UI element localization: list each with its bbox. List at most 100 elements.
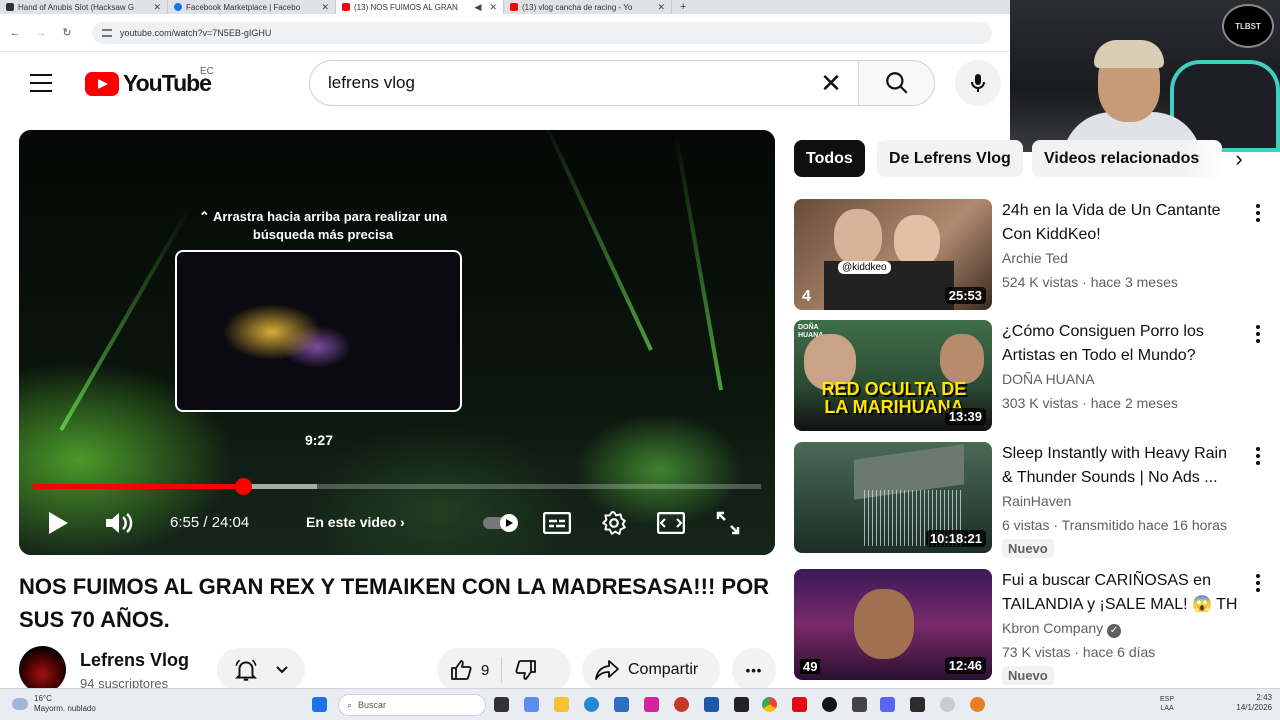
windows-taskbar: 16°C Mayorm. nublado ⌕ Buscar ESP LAA 2:43… bbox=[0, 688, 1280, 720]
netflix-icon[interactable] bbox=[792, 697, 807, 712]
logo-wordmark: YouTube bbox=[123, 70, 212, 96]
app-icon[interactable] bbox=[734, 697, 749, 712]
recommendation-channel[interactable]: Archie Ted bbox=[1002, 250, 1068, 266]
weather-widget[interactable]: 16°C Mayorm. nublado bbox=[12, 694, 96, 714]
recommendation-title[interactable]: Fui a buscar CARIÑOSAS en TAILANDIA y ¡S… bbox=[1002, 569, 1242, 617]
video-thumbnail[interactable]: @kiddkeo 4 25:53 bbox=[794, 199, 992, 310]
recommendation-channel[interactable]: DOÑA HUANA bbox=[1002, 371, 1095, 387]
copilot-icon[interactable] bbox=[524, 697, 539, 712]
recommendation-title[interactable]: Sleep Instantly with Heavy Rain & Thunde… bbox=[1002, 442, 1242, 490]
chevron-right-icon[interactable]: › bbox=[1225, 145, 1253, 173]
subtitles-button[interactable] bbox=[541, 508, 573, 538]
address-field[interactable]: youtube.com/watch?v=7N5EB-gIGHU bbox=[92, 21, 992, 44]
thumbnail-number: 4 bbox=[802, 288, 811, 305]
close-tab-icon[interactable]: ✕ bbox=[489, 2, 497, 13]
settings-button[interactable] bbox=[599, 508, 629, 538]
video-thumbnail[interactable]: DOÑA HUANA RED OCULTA DE LA MARIHUANA 13… bbox=[794, 320, 992, 431]
like-button[interactable]: 9 bbox=[437, 657, 503, 683]
search-input[interactable]: lefrens vlog bbox=[310, 73, 804, 93]
dislike-button[interactable] bbox=[502, 658, 550, 682]
browser-tab[interactable]: Hand of Anubis Slot (Hacksaw G ✕ bbox=[0, 0, 168, 14]
close-tab-icon[interactable]: ✕ bbox=[153, 2, 161, 13]
subscription-notifications-button[interactable] bbox=[217, 648, 305, 692]
security-icon[interactable] bbox=[704, 697, 719, 712]
app-icon[interactable] bbox=[674, 697, 689, 712]
more-actions-button[interactable]: ••• bbox=[732, 648, 776, 692]
back-icon[interactable]: ← bbox=[8, 27, 22, 39]
share-icon bbox=[595, 660, 619, 680]
store-icon[interactable] bbox=[614, 697, 629, 712]
youtube-logo[interactable]: YouTube EC bbox=[85, 66, 214, 97]
close-tab-icon[interactable]: ✕ bbox=[657, 2, 665, 13]
app-icon[interactable] bbox=[822, 697, 837, 712]
like-count: 9 bbox=[481, 661, 490, 679]
chip-all[interactable]: Todos bbox=[794, 140, 865, 177]
browser-tab[interactable]: (13) vlog cancha de racing - Yo ✕ bbox=[504, 0, 672, 14]
recommendation-channel[interactable]: RainHaven bbox=[1002, 493, 1071, 509]
clock[interactable]: 2:43 14/1/2026 bbox=[1236, 693, 1272, 713]
theater-mode-button[interactable] bbox=[655, 508, 687, 538]
speaker-icon[interactable]: ◀ bbox=[475, 2, 482, 13]
site-settings-icon[interactable] bbox=[102, 28, 112, 37]
volume-button[interactable] bbox=[103, 508, 135, 538]
site-favicon-icon bbox=[6, 3, 14, 11]
recommendation-item[interactable]: DOÑA HUANA RED OCULTA DE LA MARIHUANA 13… bbox=[794, 320, 1264, 432]
chip-from-channel[interactable]: De Lefrens Vlog bbox=[877, 140, 1023, 177]
recommendation-title[interactable]: ¿Cómo Consiguen Porro los Artistas en To… bbox=[1002, 320, 1242, 368]
microphone-icon bbox=[971, 74, 985, 92]
task-view-icon[interactable] bbox=[494, 697, 509, 712]
tab-title: (13) vlog cancha de racing - Yo bbox=[522, 2, 633, 12]
volume-icon bbox=[106, 513, 133, 533]
app-icon[interactable] bbox=[852, 697, 867, 712]
voice-search-button[interactable] bbox=[955, 60, 1001, 106]
recommendation-channel[interactable]: Kbron Company ✓ bbox=[1002, 620, 1122, 638]
video-player[interactable]: ⌃ Arrastra hacia arriba para realizar un… bbox=[19, 130, 775, 555]
reload-icon[interactable]: ↻ bbox=[60, 26, 74, 39]
menu-icon[interactable] bbox=[30, 74, 52, 92]
taskbar-search[interactable]: ⌕ Buscar bbox=[338, 694, 486, 716]
recommendation-title[interactable]: 24h en la Vida de Un Cantante Con KiddKe… bbox=[1002, 199, 1242, 247]
start-icon[interactable] bbox=[312, 697, 327, 712]
weather-text: Mayorm. nublado bbox=[34, 704, 96, 713]
autoplay-toggle[interactable] bbox=[481, 508, 521, 538]
clear-search-icon[interactable]: ✕ bbox=[804, 68, 858, 99]
more-vertical-icon[interactable] bbox=[1252, 322, 1264, 346]
app-icon[interactable] bbox=[970, 697, 985, 712]
more-vertical-icon[interactable] bbox=[1252, 201, 1264, 225]
fullscreen-icon bbox=[716, 511, 740, 535]
channel-avatar[interactable] bbox=[19, 646, 66, 693]
search-button[interactable] bbox=[858, 61, 934, 105]
app-icon[interactable] bbox=[910, 697, 925, 712]
streamer-cap bbox=[1094, 40, 1164, 68]
chapters-button[interactable]: En este video › bbox=[306, 514, 405, 530]
verified-icon: ✓ bbox=[1107, 624, 1122, 638]
share-button[interactable]: Compartir bbox=[582, 648, 720, 692]
discord-icon[interactable] bbox=[880, 697, 895, 712]
video-thumbnail[interactable]: 10:18:21 bbox=[794, 442, 992, 553]
progress-bar[interactable] bbox=[33, 478, 761, 495]
more-vertical-icon[interactable] bbox=[1252, 571, 1264, 595]
gear-icon bbox=[602, 511, 626, 535]
language-indicator[interactable]: ESP LAA bbox=[1160, 695, 1174, 713]
app-icon[interactable] bbox=[940, 697, 955, 712]
close-tab-icon[interactable]: ✕ bbox=[321, 2, 329, 13]
chrome-icon[interactable] bbox=[762, 697, 777, 712]
more-vertical-icon[interactable] bbox=[1252, 444, 1264, 468]
forward-icon[interactable]: → bbox=[34, 27, 48, 39]
recommendation-item[interactable]: @kiddkeo 4 25:53 24h en la Vida de Un Ca… bbox=[794, 199, 1264, 311]
instagram-icon[interactable] bbox=[644, 697, 659, 712]
recommendation-item[interactable]: 49 12:46 Fui a buscar CARIÑOSAS en TAILA… bbox=[794, 569, 1264, 685]
fullscreen-button[interactable] bbox=[713, 508, 743, 538]
edge-icon[interactable] bbox=[584, 697, 599, 712]
video-thumbnail[interactable]: 49 12:46 bbox=[794, 569, 992, 680]
new-badge: Nuevo bbox=[1002, 539, 1054, 558]
recommendation-item[interactable]: 10:18:21 Sleep Instantly with Heavy Rain… bbox=[794, 442, 1264, 558]
scrubber-handle[interactable] bbox=[234, 478, 252, 495]
file-explorer-icon[interactable] bbox=[554, 697, 569, 712]
browser-tab[interactable]: Facebook Marketplace | Facebo ✕ bbox=[168, 0, 336, 14]
play-button[interactable] bbox=[43, 508, 73, 538]
chip-related[interactable]: Videos relacionados bbox=[1032, 140, 1222, 177]
new-tab-button[interactable]: + bbox=[672, 1, 694, 13]
channel-name[interactable]: Lefrens Vlog bbox=[80, 650, 189, 671]
browser-tab-active[interactable]: (13) NOS FUIMOS AL GRAN ◀ ✕ bbox=[336, 0, 504, 14]
